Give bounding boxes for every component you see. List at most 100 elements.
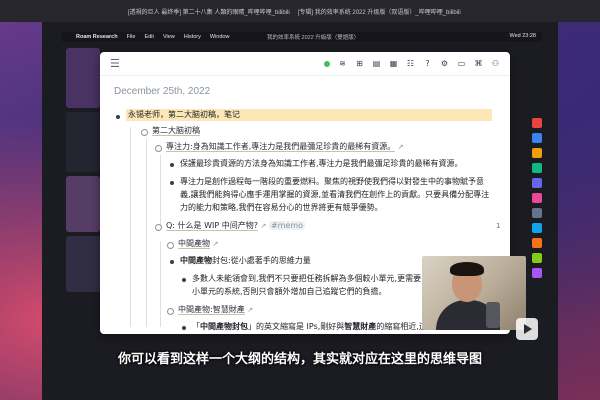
block-l3b-line[interactable]: 義,讓我們能夠得心應手運用掌握的資源,並看清我們在創作上的貢獻。只要具備分配專注 [180, 189, 489, 201]
collapsed-bullet[interactable] [141, 129, 148, 136]
open-reference-icon[interactable]: ↗ [247, 306, 253, 314]
block-text-bold: 中間產物封包 [200, 322, 248, 331]
indent-guide [146, 139, 147, 327]
block-reference[interactable]: 專注力:身為知識工作者,專注力是我們最彌足珍貴的最稀有資源。 [166, 142, 396, 152]
indent-guide [160, 155, 161, 225]
block-l3c[interactable]: 中間產物 ↗ [178, 238, 218, 250]
menu-edit[interactable]: Edit [144, 34, 153, 40]
reference-count[interactable]: 1 [496, 220, 500, 232]
dock-app-icon[interactable] [532, 238, 542, 248]
video-subtitle: 你可以看到这样一个大纲的结构，其实就对应在这里的思维导图 [117, 352, 482, 367]
all-pages-icon[interactable]: ☷ [406, 59, 415, 68]
block-bullet[interactable] [116, 115, 120, 119]
block-text: 」的英文縮寫是 IPs,剛好與 [248, 322, 345, 331]
block-l1[interactable]: 第二大脑初稿 [152, 125, 200, 137]
block-text: 義,讓我們能夠得心應手運用掌握的資源,並看清我們在創作上的貢獻。只要具備分配專注 [180, 190, 490, 199]
menu-app-name[interactable]: Roam Research [76, 34, 118, 40]
indent-guide [130, 127, 131, 327]
blocks-icon[interactable]: ⊞ [355, 59, 364, 68]
background-window[interactable] [66, 236, 100, 292]
extension-icon[interactable]: ⚇ [491, 59, 500, 68]
dock-app-icon[interactable] [532, 178, 542, 188]
collapsed-bullet[interactable] [167, 242, 174, 249]
graph-icon[interactable]: ≋ [338, 59, 347, 68]
block-l3b-line[interactable]: 力的能力和策略,我們在容易分心的世界將更有競爭優勢。 [180, 202, 383, 214]
open-reference-icon[interactable]: ↗ [398, 143, 404, 151]
block-l3e[interactable]: 中間產物:智慧財產 ↗ [178, 304, 253, 316]
hamburger-menu-icon[interactable]: ☰ [110, 57, 120, 70]
settings-icon[interactable]: ⚙ [440, 59, 449, 68]
dock [530, 118, 544, 318]
block-l4a-line[interactable]: 多數人未能領會到,我們不只要把任務拆解為多個較小單元,更需要 [192, 273, 421, 285]
block-text: 保護最珍貴資源的方法身為知識工作者,專注力是我們最彌足珍貴的最稀有資源。 [180, 159, 463, 168]
dock-app-icon[interactable] [532, 268, 542, 278]
background-window[interactable] [66, 176, 100, 232]
collapsed-bullet[interactable] [155, 224, 162, 231]
webcam-overlay [422, 256, 526, 330]
menu-history[interactable]: History [184, 34, 201, 40]
block-l4a-line[interactable]: 小單元的系統,否則只會額外增加自己追蹤它們的負擔。 [192, 286, 387, 298]
block-l3d[interactable]: 中間產物封包:從小處著手的思維力量 [180, 255, 311, 267]
daily-notes-icon[interactable]: ▤ [372, 59, 381, 68]
command-icon[interactable]: ⌘ [474, 59, 483, 68]
menu-file[interactable]: File [127, 34, 136, 40]
block-l2b[interactable]: Q: 什么是 WIP 中间产物? ↗ #memo [166, 220, 306, 232]
block-reference[interactable]: Q: 什么是 WIP 中间产物? [166, 221, 258, 231]
block-text-bold: 智慧財產 [344, 322, 377, 331]
microphone-icon [486, 302, 500, 328]
block-text-bold: 中間產物 [180, 256, 212, 265]
open-reference-icon[interactable]: ↗ [213, 240, 219, 248]
page-title[interactable]: December 25th, 2022 [114, 86, 510, 97]
dock-app-icon[interactable] [532, 163, 542, 173]
block-reference[interactable]: 中間產物:智慧財產 [178, 305, 245, 315]
block-text: 多數人未能領會到,我們不只要把任務拆解為多個較小單元,更需要 [192, 274, 422, 283]
video-player-icon[interactable] [516, 318, 538, 340]
menubar-clock: Wed 23:28 [509, 33, 536, 39]
dock-app-icon[interactable] [532, 208, 542, 218]
dock-app-icon[interactable] [532, 148, 542, 158]
block-text: 「 [192, 322, 200, 331]
sync-status-icon [324, 60, 330, 67]
block-l3b-line[interactable]: 專注力是創作過程每一階段的重要燃料。聚焦的視野使我們得以對發生中的事物賦予意 [180, 176, 484, 188]
block-bullet[interactable] [170, 163, 174, 167]
block-text: 永锡老师，第二大脑初稿，笔记 [128, 110, 240, 119]
dock-app-icon[interactable] [532, 223, 542, 233]
block-root[interactable]: 永锡老师，第二大脑初稿，笔记 [126, 109, 492, 121]
dock-app-icon[interactable] [532, 133, 542, 143]
block-text: 小單元的系統,否則只會額外增加自己追蹤它們的負擔。 [192, 287, 387, 296]
block-text: 專注力是創作過程每一階段的重要燃料。聚焦的視野使我們得以對發生中的事物賦予意 [180, 177, 484, 186]
background-window[interactable] [66, 112, 100, 172]
menu-window[interactable]: Window [210, 34, 230, 40]
browser-tab[interactable]: [专辑] 我的效率系统 2022 升级版（双语版）_哔哩哔哩_bilibili [298, 7, 461, 16]
block-text: 力的能力和策略,我們在容易分心的世界將更有競爭優勢。 [180, 203, 383, 212]
open-reference-icon[interactable]: ↗ [261, 222, 267, 230]
block-bullet[interactable] [170, 260, 174, 264]
browser-tab-strip: [透視的巨人 最终季] 第二十八集 人類的眼睛_哔哩哔哩_bilibili [专… [0, 0, 600, 22]
collapsed-bullet[interactable] [167, 308, 174, 315]
window-title: 我的效率系統 2022 升級版（雙語版） [267, 35, 360, 41]
block-text: 封包:從小處著手的思維力量 [212, 256, 311, 265]
presenter-hair [450, 262, 484, 276]
block-bullet[interactable] [182, 278, 186, 282]
memo-tag[interactable]: #memo [268, 221, 306, 230]
menu-view[interactable]: View [163, 34, 175, 40]
dock-app-icon[interactable] [532, 118, 542, 128]
help-icon[interactable]: ? [423, 59, 432, 68]
indent-guide [160, 241, 161, 327]
block-bullet[interactable] [182, 326, 186, 330]
block-reference[interactable]: 中間產物 [178, 239, 210, 249]
roam-topbar: ☰ ≋ ⊞ ▤ ▦ ☷ ? ⚙ ▭ ⌘ ⚇ [100, 52, 510, 76]
block-l2a[interactable]: 專注力:身為知識工作者,專注力是我們最彌足珍貴的最稀有資源。 ↗ [166, 141, 404, 153]
dock-app-icon[interactable] [532, 193, 542, 203]
browser-tab[interactable]: [透視的巨人 最终季] 第二十八集 人類的眼睛_哔哩哔哩_bilibili [128, 7, 290, 16]
dock-app-icon[interactable] [532, 253, 542, 263]
sidebar-toggle-icon[interactable]: ▭ [457, 59, 466, 68]
calendar-icon[interactable]: ▦ [389, 59, 398, 68]
roam-toolbar: ≋ ⊞ ▤ ▦ ☷ ? ⚙ ▭ ⌘ ⚇ [324, 59, 500, 68]
block-l3a[interactable]: 保護最珍貴資源的方法身為知識工作者,專注力是我們最彌足珍貴的最稀有資源。 [180, 158, 463, 170]
mac-menubar: Roam Research File Edit View History Win… [62, 32, 542, 42]
block-bullet[interactable] [170, 181, 174, 185]
collapsed-bullet[interactable] [155, 145, 162, 152]
background-window[interactable] [66, 48, 100, 108]
block-text: 第二大脑初稿 [152, 126, 200, 136]
